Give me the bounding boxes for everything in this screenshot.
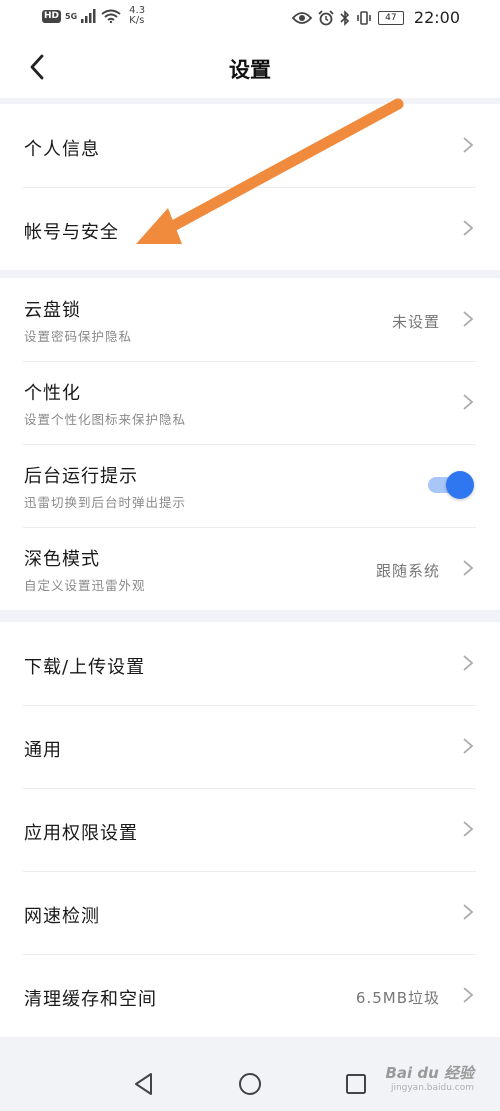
status-left: HD 5G 4.3 K/s [42, 6, 145, 26]
settings-group-privacy: 云盘锁 设置密码保护隐私 未设置 个性化 设置个性化图标来保护隐私 后台运行提示… [0, 278, 500, 610]
settings-item-label: 深色模式 [24, 549, 100, 570]
chevron-right-icon [463, 655, 474, 671]
settings-item-personalization[interactable]: 个性化 设置个性化图标来保护隐私 [0, 361, 500, 444]
watermark-sub: jingyan.baidu.com [390, 1083, 474, 1093]
settings-group-general: 下载/上传设置 通用 应用权限设置 网速检测 清理缓存和空间 6.5MB垃圾 [0, 622, 500, 1037]
settings-item-label: 云盘锁 [24, 300, 81, 321]
vibrate-icon [357, 10, 371, 25]
chevron-right-icon [463, 311, 474, 327]
status-right: 47 22:00 [291, 8, 460, 27]
battery-indicator: 47 [377, 10, 404, 25]
nav-home-icon[interactable] [237, 1071, 263, 1097]
baidu-watermark: Bai du 经验 jingyan.baidu.com [385, 1062, 474, 1093]
settings-item-cloud-lock[interactable]: 云盘锁 设置密码保护隐私 未设置 [0, 278, 500, 361]
network-type-badge: 5G [65, 11, 78, 21]
settings-screen: HD 5G 4.3 K/s 47 22:00 设置 个人信息 帐号与安全 云盘锁… [0, 0, 500, 1111]
settings-item-account-security[interactable]: 帐号与安全 [0, 187, 500, 270]
settings-item-description: 设置个性化图标来保护隐私 [24, 412, 187, 427]
settings-item-label: 清理缓存和空间 [24, 989, 157, 1010]
alarm-icon [318, 9, 334, 25]
settings-item-transfer[interactable]: 下载/上传设置 [0, 622, 500, 705]
settings-item-permissions[interactable]: 应用权限设置 [0, 788, 500, 871]
net-speed-unit: K/s [129, 15, 145, 26]
settings-item-label: 后台运行提示 [24, 466, 138, 487]
settings-item-personal-info[interactable]: 个人信息 [0, 104, 500, 187]
watermark-main: Bai du 经验 [385, 1064, 474, 1082]
signal-icon [81, 9, 96, 23]
top-navigation-bar: 设置 [0, 36, 500, 98]
settings-item-clear-cache[interactable]: 清理缓存和空间 6.5MB垃圾 [0, 954, 500, 1037]
eye-icon [291, 11, 312, 24]
bluetooth-icon [340, 9, 350, 26]
settings-item-dark-mode[interactable]: 深色模式 自定义设置迅雷外观 跟随系统 [0, 527, 500, 610]
settings-item-background-tip: 后台运行提示 迅雷切换到后台时弹出提示 [0, 444, 500, 527]
settings-item-label: 应用权限设置 [24, 823, 138, 844]
settings-group-account: 个人信息 帐号与安全 [0, 104, 500, 270]
settings-item-label: 网速检测 [24, 906, 100, 927]
settings-item-label: 帐号与安全 [24, 222, 119, 243]
chevron-right-icon [463, 987, 474, 1003]
settings-item-general[interactable]: 通用 [0, 705, 500, 788]
chevron-right-icon [463, 738, 474, 754]
settings-item-label: 个人信息 [24, 139, 100, 160]
toggle-knob [446, 471, 474, 499]
settings-item-speed-test[interactable]: 网速检测 [0, 871, 500, 954]
settings-item-description: 迅雷切换到后台时弹出提示 [24, 495, 187, 510]
settings-item-value: 6.5MB垃圾 [355, 989, 440, 1007]
settings-item-label: 个性化 [24, 383, 81, 404]
status-bar: HD 5G 4.3 K/s 47 22:00 [0, 0, 500, 36]
chevron-right-icon [463, 137, 474, 153]
chevron-right-icon [463, 394, 474, 410]
status-time: 22:00 [413, 8, 460, 27]
hd-badge: HD [42, 9, 62, 23]
chevron-right-icon [463, 560, 474, 576]
chevron-right-icon [463, 821, 474, 837]
nav-back-icon[interactable] [131, 1071, 157, 1097]
settings-item-label: 下载/上传设置 [24, 657, 146, 678]
settings-item-value: 未设置 [391, 313, 440, 331]
chevron-right-icon [463, 904, 474, 920]
settings-item-value: 跟随系统 [375, 562, 440, 580]
settings-item-description: 设置密码保护隐私 [24, 329, 133, 344]
net-speed: 4.3 K/s [129, 6, 145, 26]
chevron-right-icon [463, 220, 474, 236]
settings-item-description: 自定义设置迅雷外观 [24, 578, 146, 593]
background-tip-toggle[interactable] [426, 471, 474, 499]
nav-recents-icon[interactable] [343, 1071, 369, 1097]
wifi-icon [101, 9, 121, 23]
page-title: 设置 [229, 58, 271, 82]
settings-item-label: 通用 [24, 740, 62, 761]
